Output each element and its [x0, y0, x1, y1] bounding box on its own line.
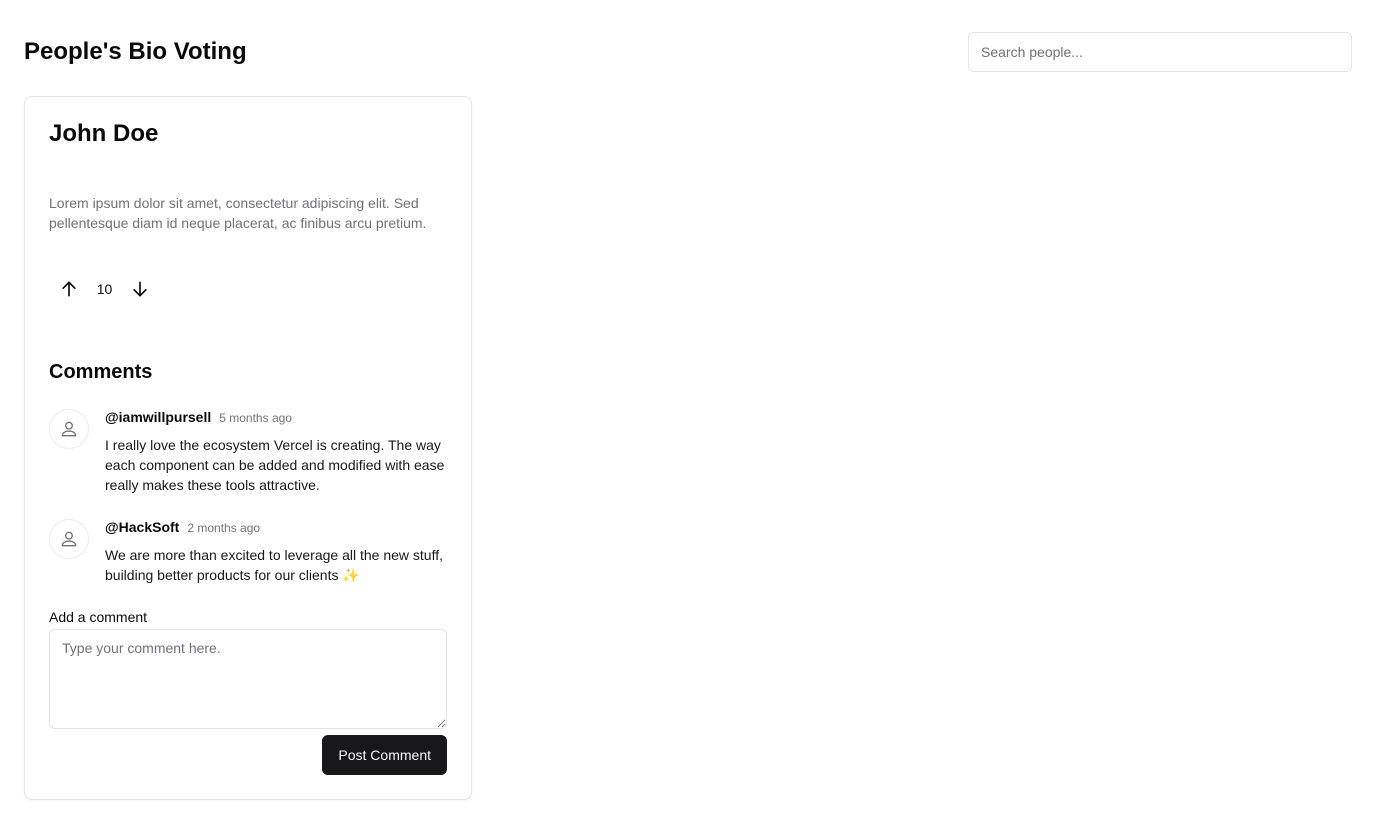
- comments-heading: Comments: [49, 361, 153, 383]
- add-comment-label: Add a comment: [49, 609, 148, 625]
- post-comment-button[interactable]: Post Comment: [322, 735, 447, 775]
- downvote-button[interactable]: [120, 273, 160, 305]
- header: People's Bio Voting: [24, 32, 1352, 72]
- comment-item: @HackSoft 2 months ago We are more than …: [49, 519, 449, 589]
- comment-body: @iamwillpursell 5 months ago I really lo…: [105, 409, 449, 495]
- comment-text: I really love the ecosystem Vercel is cr…: [105, 437, 445, 493]
- comment-item: @iamwillpursell 5 months ago I really lo…: [49, 409, 449, 499]
- person-card: John Doe Lorem ipsum dolor sit amet, con…: [24, 96, 472, 800]
- user-icon: [61, 421, 77, 437]
- user-icon: [61, 531, 77, 547]
- vote-count: 10: [96, 281, 113, 297]
- arrow-down-icon: [133, 281, 147, 297]
- page-title: People's Bio Voting: [24, 38, 247, 65]
- comment-time: 2 months ago: [187, 521, 261, 535]
- comment-meta: @HackSoft 2 months ago: [105, 519, 449, 539]
- comment-text: We are more than excited to leverage all…: [105, 547, 444, 583]
- avatar: [49, 519, 89, 559]
- arrow-up-icon: [62, 281, 76, 297]
- comment-textarea[interactable]: [49, 629, 447, 729]
- person-name: John Doe: [49, 120, 159, 147]
- comment-meta: @iamwillpursell 5 months ago: [105, 409, 449, 429]
- upvote-button[interactable]: [49, 273, 89, 305]
- search-input[interactable]: [968, 32, 1352, 72]
- comment-time: 5 months ago: [219, 411, 292, 425]
- comment-author[interactable]: @HackSoft: [105, 519, 179, 535]
- person-bio: Lorem ipsum dolor sit amet, consectetur …: [49, 195, 427, 231]
- comment-author[interactable]: @iamwillpursell: [105, 409, 211, 425]
- comment-body: @HackSoft 2 months ago We are more than …: [105, 519, 449, 585]
- avatar: [49, 409, 89, 449]
- vote-controls: 10: [49, 273, 160, 305]
